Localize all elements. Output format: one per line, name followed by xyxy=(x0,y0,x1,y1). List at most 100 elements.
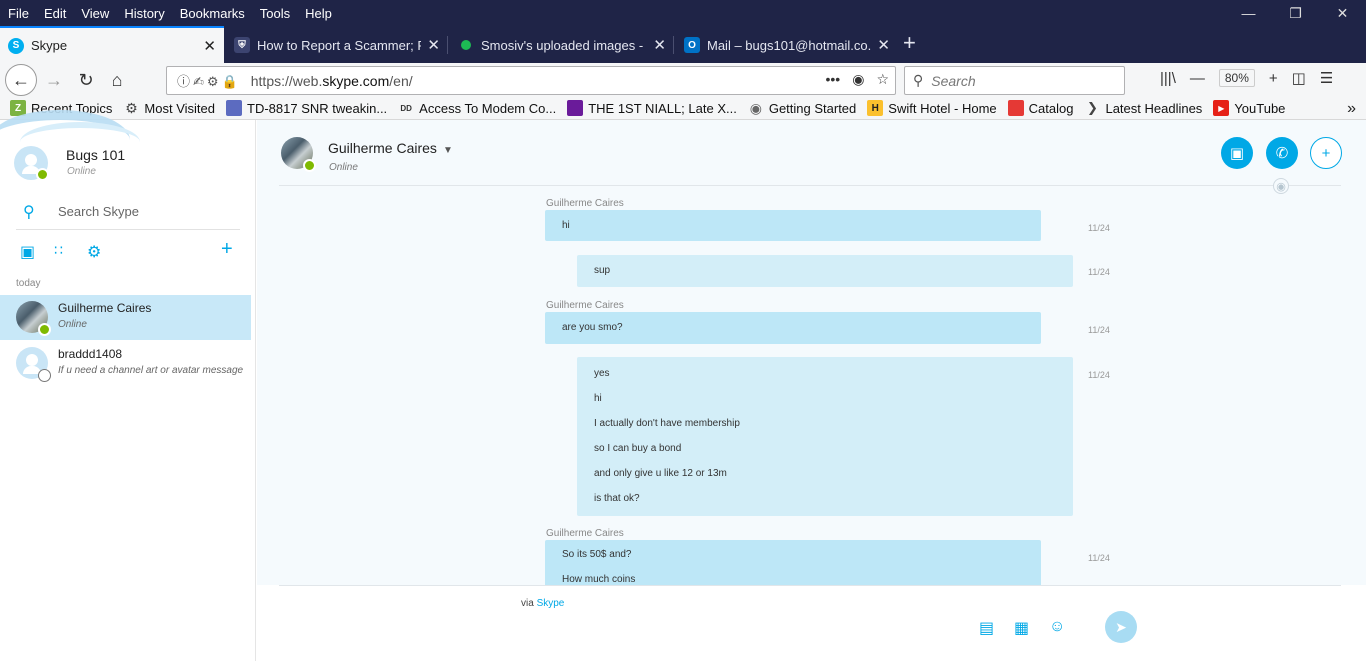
search-skype[interactable]: ⚲ Search Skype xyxy=(16,194,240,230)
via-skype-link[interactable]: Skype xyxy=(537,598,565,609)
section-header: today xyxy=(16,278,41,289)
tab-report-scammer[interactable]: ⛨ How to Report a Scammer; Rep ✕ xyxy=(226,28,448,62)
roblox-icon xyxy=(1007,100,1024,116)
tab-bar: S Skype ✕ ⛨ How to Report a Scammer; Rep… xyxy=(0,26,1366,63)
close-window-icon[interactable]: ✕ xyxy=(1319,0,1366,26)
pocket-icon[interactable]: ◉ xyxy=(852,71,864,88)
message-composer[interactable]: via Skype ▤ ▦ ☺ ➤ xyxy=(279,585,1341,661)
audio-call-button[interactable]: ✆ xyxy=(1266,137,1298,169)
message-time: 11/24 xyxy=(1088,325,1110,335)
skype-icon: S xyxy=(8,37,24,54)
menu-view[interactable]: View xyxy=(81,6,109,21)
zoom-in-icon[interactable]: + xyxy=(1269,70,1278,87)
message-bubble[interactable]: yes hi I actually don't have membership … xyxy=(577,357,1073,516)
message-time: 11/24 xyxy=(1088,553,1110,563)
green-dot-icon xyxy=(461,40,471,50)
menu-tools[interactable]: Tools xyxy=(260,6,290,21)
forward-button[interactable]: → xyxy=(40,66,68,94)
online-status-icon xyxy=(38,323,51,336)
my-status: Online xyxy=(67,166,96,177)
menu-history[interactable]: History xyxy=(124,6,164,21)
close-tab-icon[interactable]: ✕ xyxy=(427,36,440,54)
online-status-icon xyxy=(36,168,49,181)
outlook-icon: O xyxy=(684,37,700,53)
globe-icon: ◉ xyxy=(749,99,762,116)
youtube-icon: ▶ xyxy=(1213,100,1230,116)
bookmark-star-icon[interactable]: ☆ xyxy=(876,71,889,88)
message-sender: Guilherme Caires xyxy=(546,528,624,539)
url-bar[interactable]: ⓘ✍⚙🔒 https://web.skype.com/en/ ••• ◉ ☆ xyxy=(166,66,896,95)
bookmark-youtube[interactable]: ▶ YouTube xyxy=(1213,100,1285,116)
close-tab-icon[interactable]: ✕ xyxy=(653,36,666,54)
offline-status-icon xyxy=(38,369,51,382)
tab-smosiv-images[interactable]: Smosiv's uploaded images - Im ✕ xyxy=(450,28,674,62)
bookmarks-toolbar: Z Recent Topics ⚙ Most Visited TD-8817 SNR… xyxy=(0,97,1366,120)
menu-help[interactable]: Help xyxy=(305,6,332,21)
site-info-icon[interactable]: ⓘ✍⚙🔒 xyxy=(167,71,241,90)
message-list: Guilherme Caires hi 11/24 sup 11/24 Guil… xyxy=(257,186,1366,585)
conversation-pane: Guilherme Caires ▼ Online ▣ ✆ + ◉ Guilher… xyxy=(257,120,1366,661)
message-bubble[interactable]: sup xyxy=(577,255,1073,287)
online-status-icon xyxy=(303,159,316,172)
my-name[interactable]: Bugs 101 xyxy=(66,147,125,163)
message-time: 11/24 xyxy=(1088,223,1110,233)
emoji-icon[interactable]: ☺ xyxy=(1049,618,1065,636)
page-icon xyxy=(226,100,242,116)
dialpad-icon[interactable]: ∷ xyxy=(54,242,63,259)
menu-edit[interactable]: Edit xyxy=(44,6,66,21)
search-icon: ⚲ xyxy=(23,203,35,221)
add-participant-button[interactable]: + xyxy=(1310,137,1342,169)
back-button[interactable]: ← xyxy=(5,64,37,96)
zoom-out-icon[interactable]: — xyxy=(1190,70,1205,87)
shield-icon: ⛨ xyxy=(234,37,250,53)
contacts-icon[interactable]: ▣ xyxy=(20,242,35,262)
message-bubble[interactable]: hi xyxy=(545,210,1041,241)
library-icon[interactable]: |||\ xyxy=(1160,70,1176,87)
my-avatar[interactable] xyxy=(14,146,49,181)
send-button[interactable]: ➤ xyxy=(1105,611,1137,643)
shield-icon xyxy=(567,100,584,116)
menu-file[interactable]: File xyxy=(8,6,29,21)
bookmark-modem[interactable]: DD Access To Modem Co... xyxy=(398,100,556,116)
zoom-level[interactable]: 80% xyxy=(1218,69,1255,87)
via-label: via Skype xyxy=(521,598,565,609)
skype-sidebar: Bugs 101 Online ⚲ Search Skype ▣ ∷ ⚙ + t… xyxy=(0,110,256,661)
message-time: 11/24 xyxy=(1088,267,1110,277)
hamburger-menu-icon[interactable]: ☰ xyxy=(1320,69,1333,87)
bookmark-getting-started[interactable]: ◉ Getting Started xyxy=(748,99,857,116)
menu-bookmarks[interactable]: Bookmarks xyxy=(180,6,245,21)
contact-card-icon[interactable]: ▦ xyxy=(1014,618,1029,638)
sidebar-toggle-icon[interactable]: ◫ xyxy=(1292,69,1306,87)
conversation-status: Online xyxy=(329,162,358,173)
hotel-icon: H xyxy=(867,100,884,116)
send-file-icon[interactable]: ▤ xyxy=(979,618,994,638)
add-icon[interactable]: + xyxy=(221,238,233,261)
new-tab-button[interactable]: + xyxy=(903,30,916,56)
message-sender: Guilherme Caires xyxy=(546,300,624,311)
message-bubble[interactable]: So its 50$ and? How much coins xyxy=(545,540,1041,585)
search-bar[interactable]: ⚲ Search xyxy=(904,66,1125,95)
tab-mail[interactable]: O Mail – bugs101@hotmail.co.uk ✕ xyxy=(676,28,898,62)
bookmark-swift-hotel[interactable]: H Swift Hotel - Home xyxy=(867,100,997,116)
message-bubble[interactable]: are you smo? xyxy=(545,312,1041,344)
contact-braddd1408[interactable]: braddd1408 If u need a channel art or av… xyxy=(0,341,251,386)
tab-skype[interactable]: S Skype ✕ xyxy=(0,26,224,63)
close-tab-icon[interactable]: ✕ xyxy=(877,36,890,54)
conversation-title[interactable]: Guilherme Caires ▼ xyxy=(328,140,453,156)
bookmark-catalog[interactable]: Catalog xyxy=(1007,100,1073,116)
bookmark-niall[interactable]: THE 1ST NIALL; Late X... xyxy=(567,100,737,116)
video-call-button[interactable]: ▣ xyxy=(1221,137,1253,169)
gear-icon[interactable]: ⚙ xyxy=(87,242,101,262)
restore-icon[interactable]: ❐ xyxy=(1272,0,1319,26)
menu-bar: File Edit View History Bookmarks Tools H… xyxy=(0,0,1366,26)
bookmark-td8817[interactable]: TD-8817 SNR tweakin... xyxy=(226,100,387,116)
page-actions-icon[interactable]: ••• xyxy=(826,71,841,88)
contact-guilherme-caires[interactable]: Guilherme Caires Online xyxy=(0,295,251,340)
bookmark-most-visited[interactable]: ⚙ Most Visited xyxy=(123,100,215,116)
bookmark-latest-headlines[interactable]: ❯ Latest Headlines xyxy=(1084,100,1202,116)
reload-button[interactable]: ↻ xyxy=(72,66,100,94)
minimize-icon[interactable]: — xyxy=(1225,0,1272,26)
home-button[interactable]: ⌂ xyxy=(103,66,131,94)
more-bookmarks-icon[interactable]: » xyxy=(1347,97,1356,120)
close-tab-icon[interactable]: ✕ xyxy=(203,37,216,55)
